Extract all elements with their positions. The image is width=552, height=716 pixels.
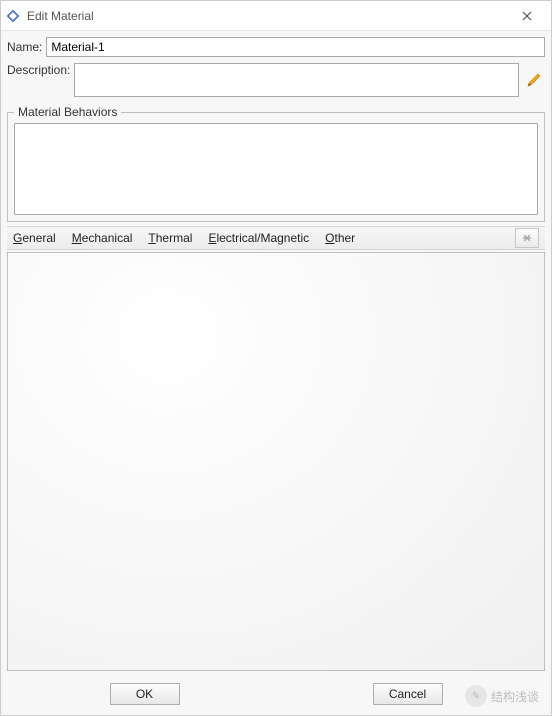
ok-button[interactable]: OK <box>110 683 180 705</box>
material-behaviors-group: Material Behaviors <box>7 105 545 222</box>
edit-description-button[interactable] <box>523 69 545 91</box>
titlebar: Edit Material <box>1 1 551 31</box>
close-icon <box>522 11 532 21</box>
dialog-footer: OK Cancel ✎ 结构浅谈 <box>7 677 545 711</box>
close-button[interactable] <box>507 2 547 30</box>
name-row: Name: <box>7 37 545 57</box>
description-input[interactable] <box>74 63 519 97</box>
menu-other[interactable]: Other <box>325 231 355 245</box>
description-label: Description: <box>7 63 70 77</box>
behavior-properties-area <box>7 252 545 671</box>
pencil-icon <box>526 72 542 88</box>
material-behaviors-legend: Material Behaviors <box>14 105 121 119</box>
menu-thermal[interactable]: Thermal <box>148 231 192 245</box>
menu-electrical[interactable]: Electrical/Magnetic <box>208 231 309 245</box>
name-input[interactable] <box>46 37 545 57</box>
menu-general[interactable]: General <box>13 231 56 245</box>
material-behaviors-list[interactable] <box>14 123 538 215</box>
delete-behavior-button[interactable] <box>515 228 539 248</box>
cancel-button[interactable]: Cancel <box>373 683 443 705</box>
menu-mechanical[interactable]: Mechanical <box>72 231 133 245</box>
window-title: Edit Material <box>27 9 507 23</box>
app-icon <box>5 8 21 24</box>
description-row: Description: <box>7 63 545 97</box>
behavior-menubar: General Mechanical Thermal Electrical/Ma… <box>7 226 545 250</box>
edit-material-dialog: Edit Material Name: Description: Mate <box>0 0 552 716</box>
dialog-body: Name: Description: Material Behaviors Ge… <box>1 31 551 715</box>
name-label: Name: <box>7 40 42 54</box>
delete-icon <box>522 233 532 243</box>
